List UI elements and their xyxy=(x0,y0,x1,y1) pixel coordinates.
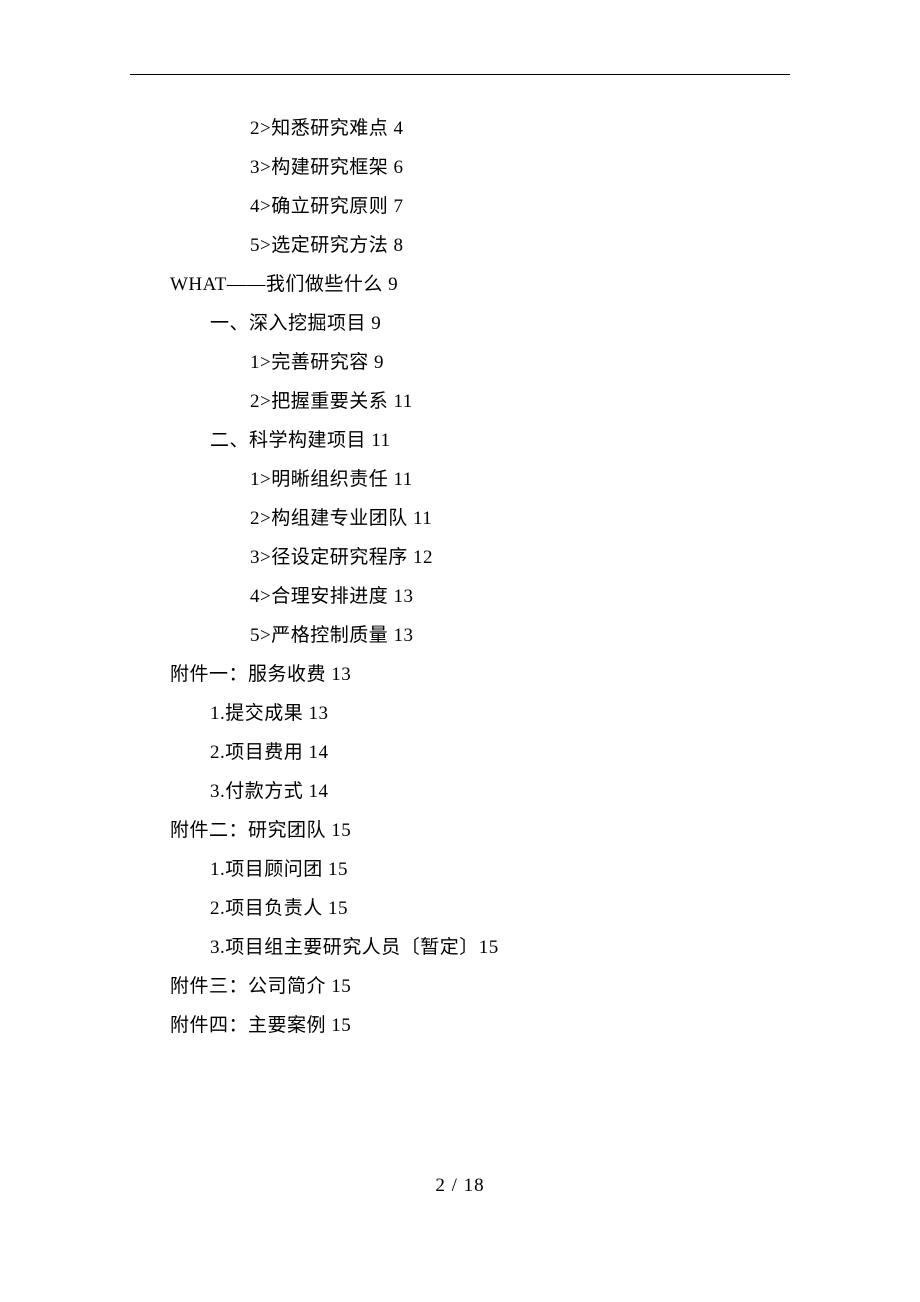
toc-entry: 4>确立研究原则 7 xyxy=(130,187,790,226)
toc-entry: 5>选定研究方法 8 xyxy=(130,226,790,265)
toc-entry: 3>径设定研究程序 12 xyxy=(130,538,790,577)
toc-entry: 附件一：服务收费 13 xyxy=(130,655,790,694)
toc-entry: 附件三：公司简介 15 xyxy=(130,967,790,1006)
table-of-contents: 2>知悉研究难点 43>构建研究框架 64>确立研究原则 75>选定研究方法 8… xyxy=(130,109,790,1045)
toc-entry: 2>构组建专业团队 11 xyxy=(130,499,790,538)
toc-entry: 2.项目费用 14 xyxy=(130,733,790,772)
toc-entry: 1>完善研究容 9 xyxy=(130,343,790,382)
toc-entry: 4>合理安排进度 13 xyxy=(130,577,790,616)
toc-entry: 一、深入挖掘项目 9 xyxy=(130,304,790,343)
toc-entry: 二、科学构建项目 11 xyxy=(130,421,790,460)
toc-entry: 1>明晰组织责任 11 xyxy=(130,460,790,499)
toc-entry: 附件二：研究团队 15 xyxy=(130,811,790,850)
toc-entry: 3.项目组主要研究人员〔暂定〕15 xyxy=(130,928,790,967)
toc-entry: 3>构建研究框架 6 xyxy=(130,148,790,187)
toc-entry: WHAT——我们做些什么 9 xyxy=(130,265,790,304)
toc-entry: 附件四：主要案例 15 xyxy=(130,1006,790,1045)
toc-entry: 1.提交成果 13 xyxy=(130,694,790,733)
header-rule xyxy=(130,74,790,75)
toc-entry: 1.项目顾问团 15 xyxy=(130,850,790,889)
toc-entry: 2>知悉研究难点 4 xyxy=(130,109,790,148)
page-content: 2>知悉研究难点 43>构建研究框架 64>确立研究原则 75>选定研究方法 8… xyxy=(0,0,920,1045)
toc-entry: 5>严格控制质量 13 xyxy=(130,616,790,655)
toc-entry: 2.项目负责人 15 xyxy=(130,889,790,928)
toc-entry: 3.付款方式 14 xyxy=(130,772,790,811)
toc-entry: 2>把握重要关系 11 xyxy=(130,382,790,421)
page-number: 2 / 18 xyxy=(0,1175,920,1197)
